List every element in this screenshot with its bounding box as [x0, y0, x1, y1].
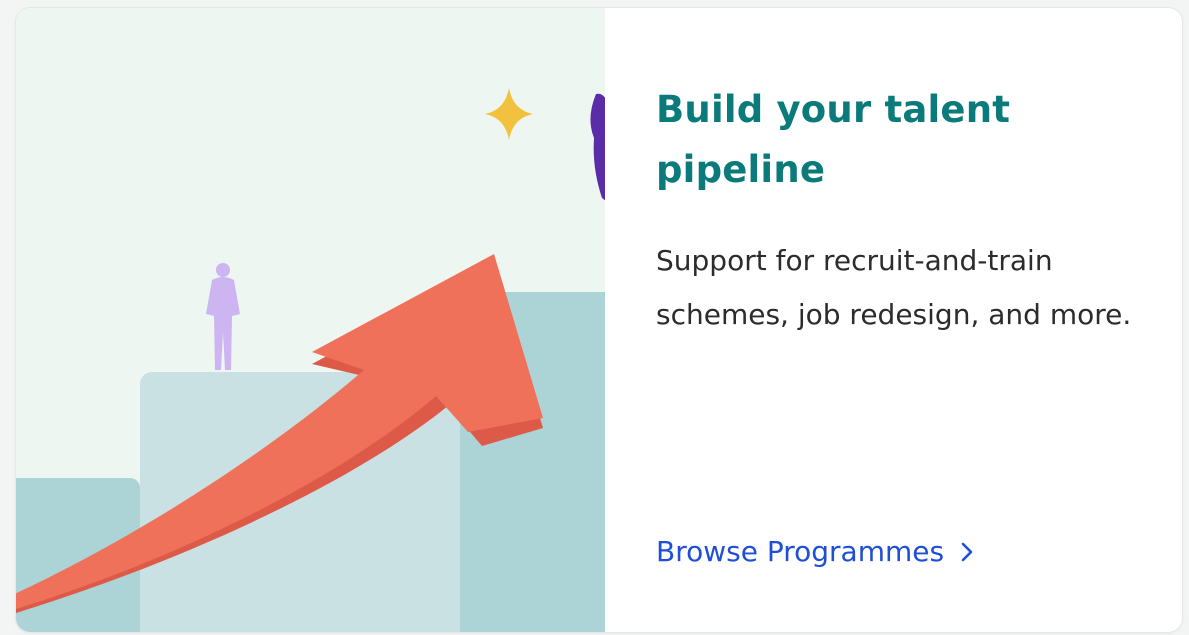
browse-programmes-label: Browse Programmes — [656, 535, 945, 568]
talent-pipeline-card[interactable]: Build your talent pipeline Support for r… — [16, 8, 1182, 632]
chevron-right-icon — [961, 542, 973, 562]
browse-programmes-link[interactable]: Browse Programmes — [656, 530, 978, 574]
hero-illustration — [16, 8, 605, 632]
card-content: Build your talent pipeline Support for r… — [656, 80, 1156, 342]
card-title: Build your talent pipeline — [656, 88, 1011, 191]
card-description: Support for recruit-and-train schemes, j… — [656, 244, 1132, 331]
growth-illustration — [16, 8, 605, 632]
